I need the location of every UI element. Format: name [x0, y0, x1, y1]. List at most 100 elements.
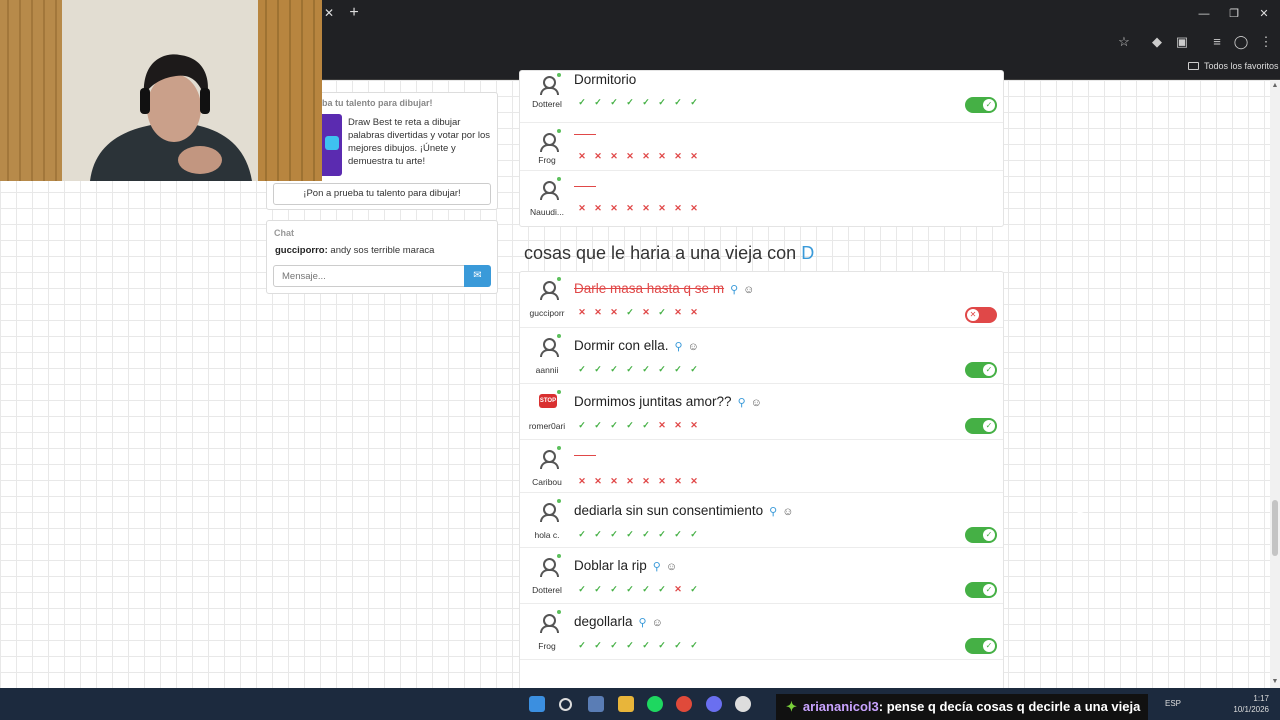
approve-toggle[interactable]: ✕ [965, 307, 997, 323]
vote-check-icon: ✓ [626, 97, 634, 107]
vote-check-icon: ✓ [642, 584, 650, 594]
check-icon: ✓ [983, 99, 995, 111]
vote-cross-icon: ✕ [658, 151, 666, 161]
puzzle-icon[interactable]: ▣ [1174, 35, 1190, 49]
online-indicator [557, 610, 561, 614]
vote-check-icon: ✓ [658, 584, 666, 594]
scrollbar-thumb[interactable] [1272, 500, 1278, 556]
maximize-icon[interactable]: ❐ [1226, 6, 1242, 22]
chat-message-user: gucciporro: [275, 245, 328, 256]
scrollbar[interactable] [1270, 80, 1280, 688]
media-icon[interactable]: ≡ [1209, 35, 1225, 49]
close-window-icon[interactable]: ✕ [1256, 6, 1272, 22]
overlay-user: ariananicol3 [802, 699, 879, 714]
vote-cross-icon: ✕ [594, 307, 602, 317]
vote-cross-icon: ✕ [658, 476, 666, 486]
store-icon[interactable] [588, 696, 604, 712]
react-emoji-icon[interactable]: ☺ [782, 506, 793, 518]
files-icon[interactable] [618, 696, 634, 712]
scroll-up-icon[interactable]: ▲ [1271, 82, 1279, 90]
bookmarks-folder[interactable]: Todos los favoritos [1188, 61, 1279, 71]
search-icon[interactable]: ⚲ [738, 397, 746, 409]
vote-list: ✕ ✕ ✕ ✕ ✕ ✕ ✕ ✕ [576, 150, 700, 162]
answer-text: degollarla ⚲ ☺ [574, 614, 663, 629]
category-title: cosas que le haria a una vieja con D [524, 243, 814, 264]
answer-tools: ⚲ ☺ [639, 616, 663, 629]
vote-cross-icon: ✕ [626, 151, 634, 161]
vote-check-icon: ✓ [626, 529, 634, 539]
vote-check-icon: ✓ [674, 640, 682, 650]
search-icon[interactable]: ⚲ [653, 561, 661, 573]
approve-toggle[interactable]: ✓ [965, 418, 997, 434]
vote-check-icon: ✓ [610, 640, 618, 650]
vote-list: ✓ ✓ ✓ ✓ ✓ ✓ ✓ ✓ [576, 96, 700, 108]
vote-cross-icon: ✕ [642, 151, 650, 161]
avatar-icon [537, 612, 559, 634]
vote-check-icon: ✓ [658, 640, 666, 650]
new-tab-button[interactable]: + [346, 5, 362, 21]
answer-text: Dormitorio [574, 72, 637, 87]
folder-icon [1188, 62, 1199, 70]
answer-text-value: Dormimos juntitas amor?? [574, 394, 732, 409]
online-indicator [557, 390, 561, 394]
start-icon[interactable] [529, 696, 545, 712]
avatar-icon [537, 556, 559, 578]
vote-cross-icon: ✕ [674, 151, 682, 161]
react-emoji-icon[interactable]: ☺ [688, 341, 699, 353]
vote-list: ✓ ✓ ✓ ✓ ✓ ✓ ✕ ✓ [576, 583, 700, 595]
clock[interactable]: 1:17 10/1/2026 [1225, 693, 1269, 715]
react-emoji-icon[interactable]: ☺ [652, 617, 663, 629]
vote-cross-icon: ✕ [690, 151, 698, 161]
avatar-icon [537, 501, 559, 523]
app-icon[interactable] [735, 696, 751, 712]
username: Frog [538, 155, 556, 165]
discord-icon[interactable] [706, 696, 722, 712]
profile-icon[interactable]: ◯ [1233, 35, 1249, 49]
react-emoji-icon[interactable]: ☺ [751, 397, 762, 409]
vote-cross-icon: ✕ [594, 476, 602, 486]
answer-tools: ⚲ ☺ [675, 340, 699, 353]
username: Caribou [532, 477, 562, 487]
answer-row: aannii Dormir con ella. ⚲ ☺ ✓ ✓ ✓ ✓ ✓ ✓ ✓ ✓ ✓ [520, 328, 1003, 384]
online-indicator [557, 446, 561, 450]
chrome-icon[interactable] [676, 696, 692, 712]
chat-input[interactable] [273, 265, 465, 287]
approve-toggle[interactable]: ✓ [965, 362, 997, 378]
approve-toggle[interactable]: ✓ [965, 638, 997, 654]
search-icon[interactable] [559, 698, 572, 711]
language-indicator[interactable]: ESP [1165, 699, 1181, 708]
chat-send-button[interactable]: ✉ [464, 265, 491, 287]
react-emoji-icon[interactable]: ☺ [666, 561, 677, 573]
search-icon[interactable]: ⚲ [675, 341, 683, 353]
search-icon[interactable]: ⚲ [639, 617, 647, 629]
vote-check-icon: ✓ [578, 97, 586, 107]
online-indicator [557, 499, 561, 503]
extension-icon[interactable]: ◆ [1149, 35, 1165, 49]
vote-check-icon: ✓ [642, 529, 650, 539]
username: Dotterel [532, 585, 562, 595]
approve-toggle[interactable]: ✓ [965, 527, 997, 543]
search-icon[interactable]: ⚲ [769, 506, 777, 518]
vote-cross-icon: ✕ [626, 203, 634, 213]
check-icon: ✓ [983, 420, 995, 432]
empty-answer-dash [574, 186, 596, 187]
search-icon[interactable]: ⚲ [730, 284, 738, 296]
vote-cross-icon: ✕ [690, 307, 698, 317]
bookmark-star-icon[interactable]: ☆ [1116, 35, 1132, 49]
vote-cross-icon: ✕ [674, 584, 682, 594]
online-indicator [557, 334, 561, 338]
approve-toggle[interactable]: ✓ [965, 582, 997, 598]
promo-button[interactable]: ¡Pon a prueba tu talento para dibujar! [273, 183, 491, 205]
answer-row: Frog degollarla ⚲ ☺ ✓ ✓ ✓ ✓ ✓ ✓ ✓ ✓ ✓ [520, 604, 1003, 660]
tab-close-icon[interactable]: ✕ [322, 6, 336, 20]
vote-check-icon: ✓ [690, 97, 698, 107]
spotify-icon[interactable] [647, 696, 663, 712]
menu-icon[interactable]: ⋮ [1258, 35, 1274, 49]
scroll-down-icon[interactable]: ▼ [1271, 678, 1279, 686]
vote-check-icon: ✓ [594, 584, 602, 594]
answer-tools: ⚲ ☺ [730, 283, 754, 296]
minimize-icon[interactable]: — [1196, 6, 1212, 22]
approve-toggle[interactable]: ✓ [965, 97, 997, 113]
react-emoji-icon[interactable]: ☺ [743, 284, 754, 296]
vote-check-icon: ✓ [658, 307, 666, 317]
